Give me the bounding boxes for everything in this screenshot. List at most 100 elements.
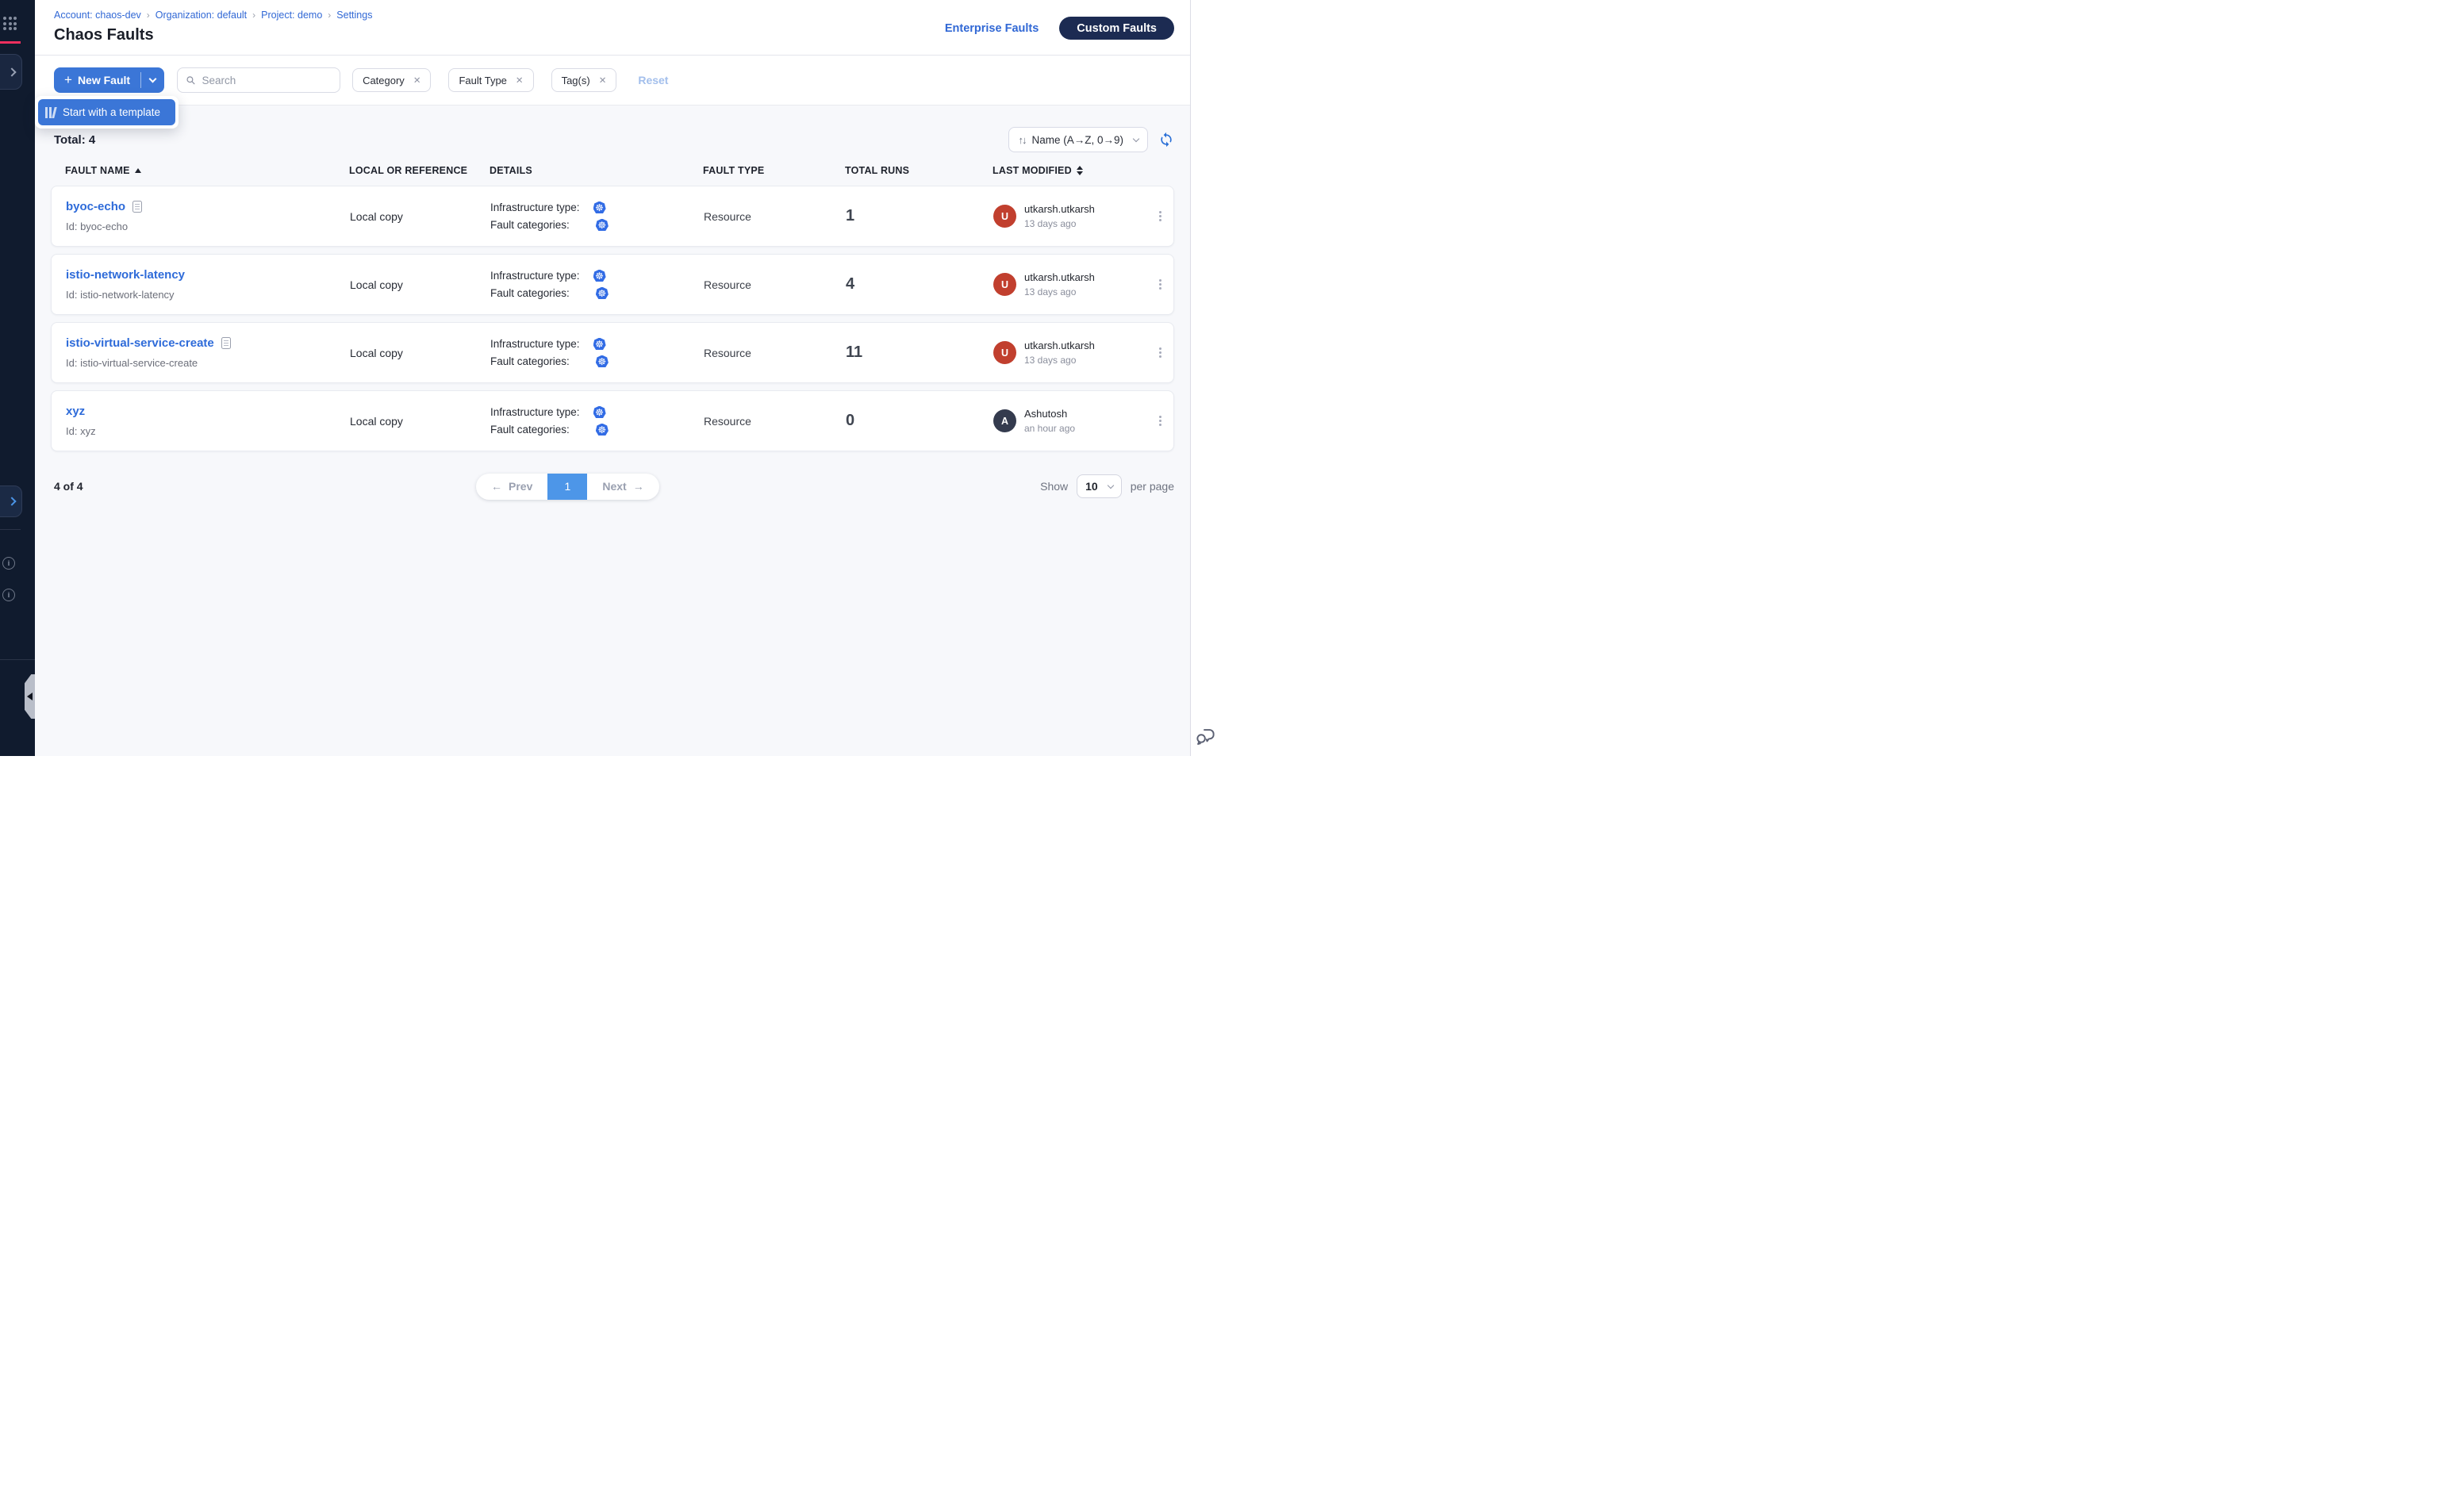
fault-type-value: Resource (704, 347, 846, 359)
kubernetes-icon: ☸ (596, 287, 609, 300)
column-last-modified[interactable]: LAST MODIFIED (993, 165, 1146, 176)
row-menu-button[interactable] (1147, 414, 1173, 428)
modified-time: 13 days ago (1024, 218, 1095, 229)
page-size-select[interactable]: 10 (1077, 474, 1122, 498)
column-fault-name[interactable]: FAULT NAME (65, 165, 349, 176)
close-icon[interactable]: ✕ (516, 75, 524, 86)
infrastructure-type-label: Infrastructure type: (490, 201, 580, 213)
details-cell: Infrastructure type: ☸ Fault categories:… (490, 338, 704, 368)
fault-name-link[interactable]: xyz (66, 405, 85, 418)
search-box (177, 67, 340, 93)
faults-content: Total: 4 ↑↓ Name (A→Z, 0→9) FAULT NAME (35, 106, 1190, 756)
breadcrumb-account[interactable]: Account: chaos-dev (54, 10, 141, 21)
fault-name-link[interactable]: istio-virtual-service-create (66, 336, 214, 350)
toolbar: + New Fault Category ✕ Fault Type ✕ Tag(… (35, 56, 1190, 106)
fault-row: xyz Id: xyz Local copy Infrastructure ty… (51, 390, 1174, 451)
reset-filters-button[interactable]: Reset (638, 74, 668, 86)
right-rail (1190, 0, 1221, 756)
result-count: 4 of 4 (54, 480, 83, 493)
pagination-pill: ← Prev 1 Next → (476, 474, 659, 500)
fault-type-value: Resource (704, 210, 846, 223)
column-local-or-reference: LOCAL OR REFERENCE (349, 165, 490, 176)
document-icon (221, 337, 231, 349)
row-menu-button[interactable] (1147, 209, 1173, 223)
new-fault-split-button: + New Fault (54, 67, 164, 93)
filter-label: Category (363, 75, 405, 86)
page-header: Account: chaos-dev › Organization: defau… (35, 0, 1190, 56)
enterprise-faults-link[interactable]: Enterprise Faults (945, 22, 1039, 35)
app-launcher-icon[interactable] (3, 17, 17, 30)
last-modified-cell: U utkarsh.utkarsh 13 days ago (993, 271, 1147, 297)
close-icon[interactable]: ✕ (413, 75, 421, 86)
local-or-reference-value: Local copy (350, 278, 490, 291)
total-count: Total: 4 (54, 133, 95, 147)
document-icon (132, 201, 142, 213)
template-icon (45, 107, 56, 118)
close-icon[interactable]: ✕ (599, 75, 607, 86)
new-fault-caret-button[interactable] (141, 67, 164, 93)
triangle-left-icon (27, 693, 33, 700)
total-runs-value: 4 (846, 275, 993, 294)
prev-page-button[interactable]: ← Prev (476, 474, 547, 500)
filter-label: Fault Type (459, 75, 506, 86)
modified-time: 13 days ago (1024, 355, 1095, 366)
prev-label: Prev (509, 480, 532, 493)
sort-asc-icon (135, 168, 141, 173)
filter-chip-fault-type[interactable]: Fault Type ✕ (448, 68, 533, 92)
fault-type-value: Resource (704, 278, 846, 291)
info-icon[interactable]: i (2, 557, 15, 570)
current-page-button[interactable]: 1 (547, 474, 587, 500)
breadcrumb-organization[interactable]: Organization: default (156, 10, 247, 21)
kebab-menu-icon (1158, 278, 1163, 291)
fault-id: Id: xyz (66, 425, 350, 437)
last-modified-cell: U utkarsh.utkarsh 13 days ago (993, 203, 1147, 229)
sidebar-expand-bottom-button[interactable] (0, 485, 22, 517)
filter-chip-tags[interactable]: Tag(s) ✕ (551, 68, 617, 92)
avatar: U (993, 273, 1016, 296)
avatar: U (993, 205, 1016, 228)
filter-chip-category[interactable]: Category ✕ (352, 68, 431, 92)
local-or-reference-value: Local copy (350, 415, 490, 428)
avatar: U (993, 341, 1016, 364)
column-label: FAULT NAME (65, 165, 130, 176)
chevron-right-icon (7, 67, 16, 76)
custom-faults-button[interactable]: Custom Faults (1059, 17, 1174, 40)
fault-name-link[interactable]: byoc-echo (66, 200, 125, 213)
help-chat-button[interactable] (1195, 726, 1216, 750)
app-root: i i Account: chaos-dev › Organization: d… (0, 0, 1221, 756)
refresh-button[interactable] (1158, 132, 1174, 148)
new-fault-button[interactable]: + New Fault (54, 67, 140, 93)
fault-type-value: Resource (704, 415, 846, 428)
column-total-runs: TOTAL RUNS (845, 165, 993, 176)
search-icon (186, 75, 195, 86)
kebab-menu-icon (1158, 346, 1163, 359)
info-icon[interactable]: i (2, 589, 15, 601)
column-label: LOCAL OR REFERENCE (349, 165, 467, 176)
kubernetes-icon: ☸ (593, 270, 606, 282)
new-fault-dropdown: Start with a template (35, 96, 179, 129)
search-input[interactable] (202, 75, 332, 86)
breadcrumb-separator: › (252, 10, 255, 21)
fault-id: Id: istio-network-latency (66, 289, 350, 301)
kubernetes-icon: ☸ (596, 219, 609, 232)
modified-by-user: utkarsh.utkarsh (1024, 271, 1095, 283)
sidebar-collapse-handle[interactable] (25, 674, 35, 719)
sidebar-expand-button[interactable] (0, 54, 22, 90)
breadcrumb-settings[interactable]: Settings (336, 10, 372, 21)
page-size-value: 10 (1085, 480, 1098, 493)
list-head: Total: 4 ↑↓ Name (A→Z, 0→9) (35, 106, 1190, 152)
next-page-button[interactable]: Next → (587, 474, 658, 500)
per-page-label: per page (1131, 480, 1174, 493)
column-label: TOTAL RUNS (845, 165, 909, 176)
kubernetes-icon: ☸ (596, 424, 609, 436)
pagination-row: 4 of 4 ← Prev 1 Next → Show 10 (54, 473, 1174, 500)
start-with-template-item[interactable]: Start with a template (38, 99, 175, 125)
row-menu-button[interactable] (1147, 346, 1173, 359)
sort-select[interactable]: ↑↓ Name (A→Z, 0→9) (1008, 127, 1148, 152)
fault-name-cell: istio-network-latency Id: istio-network-… (66, 268, 350, 301)
fault-name-link[interactable]: istio-network-latency (66, 268, 185, 282)
row-menu-button[interactable] (1147, 278, 1173, 291)
plus-icon: + (64, 73, 72, 86)
fault-categories-label: Fault categories: (490, 424, 570, 436)
breadcrumb-project[interactable]: Project: demo (261, 10, 322, 21)
